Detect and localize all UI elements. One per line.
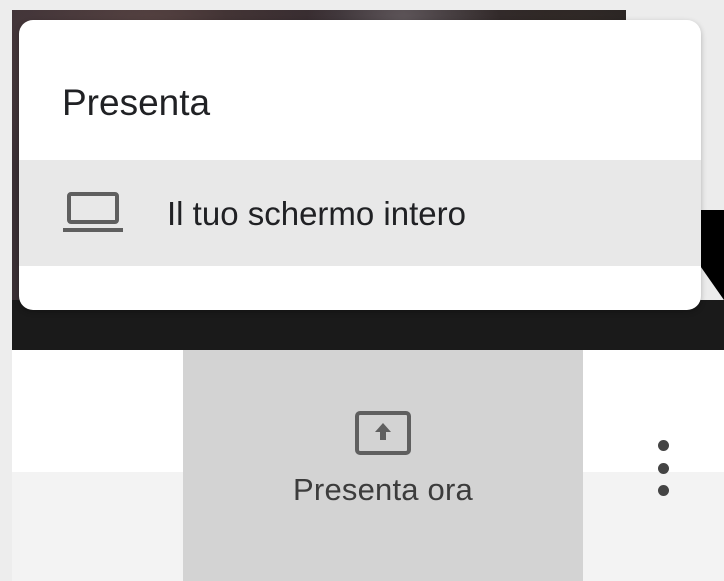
present-now-button[interactable]: Presenta ora xyxy=(183,350,583,581)
more-vert-icon-dot xyxy=(657,485,669,496)
menu-item-entire-screen[interactable]: Il tuo schermo intero xyxy=(19,160,701,266)
present-menu: Presenta Il tuo schermo intero xyxy=(19,20,701,310)
menu-title: Presenta xyxy=(62,82,211,123)
more-vert-icon xyxy=(657,440,669,451)
more-vert-icon-dot xyxy=(657,462,669,474)
laptop-icon xyxy=(63,190,123,236)
more-options-button[interactable] xyxy=(648,440,678,496)
present-to-all-icon xyxy=(354,410,412,456)
menu-item-label: Il tuo schermo intero xyxy=(167,195,466,232)
present-now-label: Presenta ora xyxy=(293,472,473,507)
